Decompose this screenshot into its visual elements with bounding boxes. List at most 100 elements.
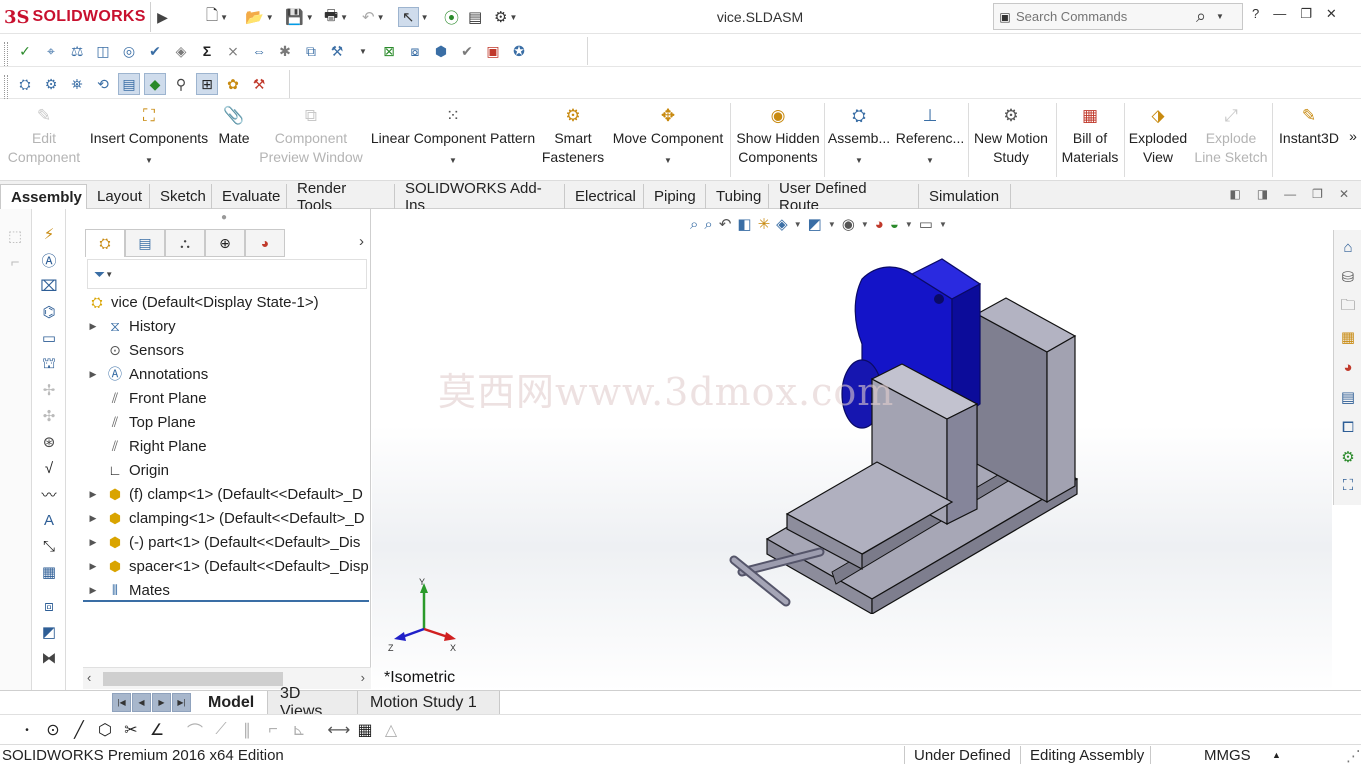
chevron-down-icon[interactable]: ▼ bbox=[340, 13, 348, 22]
custom-properties-icon[interactable]: ▤ bbox=[1337, 386, 1359, 408]
resources-icon[interactable]: ⛶ bbox=[1337, 474, 1359, 496]
sketch-plane-icon[interactable]: ⬚ bbox=[4, 225, 26, 247]
chevron-down-icon[interactable]: ▼ bbox=[1216, 12, 1224, 21]
sketch-fillet-icon[interactable]: ⌒ bbox=[184, 719, 206, 741]
assembly-features-button[interactable]: ⛭ Assemb... ▼ bbox=[826, 103, 892, 177]
scroll-thumb[interactable] bbox=[103, 672, 283, 686]
line-icon[interactable]: ╱ bbox=[68, 719, 90, 741]
tab-sketch[interactable]: Sketch bbox=[150, 184, 212, 209]
curve-icon[interactable]: 〰 bbox=[38, 483, 60, 505]
file-properties-button[interactable]: ▤ bbox=[468, 6, 482, 28]
tree-root[interactable]: ⛭ vice (Default<Display State-1>) bbox=[87, 291, 318, 313]
geometry-analysis-icon[interactable]: ◈ bbox=[170, 40, 192, 62]
hide-show-items-icon[interactable]: ◉ bbox=[842, 215, 855, 233]
home-icon[interactable]: ⌂ bbox=[1337, 236, 1359, 258]
chevron-down-icon[interactable]: ▼ bbox=[266, 13, 274, 22]
chevron-down-icon[interactable]: ▼ bbox=[794, 220, 802, 229]
show-hidden-components-button[interactable]: ◉ Show Hidden Components bbox=[734, 103, 822, 177]
expand-arrow-icon[interactable]: ▶ bbox=[87, 537, 99, 548]
minimize-button[interactable]: — bbox=[1273, 6, 1286, 22]
chevron-down-icon[interactable]: ▼ bbox=[509, 13, 517, 22]
smart-fasteners-button[interactable]: ⚙ Smart Fasteners bbox=[540, 103, 606, 177]
tab-model[interactable]: Model bbox=[196, 691, 268, 714]
expand-arrow-icon[interactable]: ▶ bbox=[87, 513, 99, 524]
triangle-icon[interactable]: △ bbox=[380, 719, 402, 741]
menu-expand-arrow[interactable]: ▶ bbox=[150, 2, 174, 32]
explode-line-sketch-button[interactable]: ⤢ Explode Line Sketch bbox=[1192, 103, 1270, 177]
graphics-area[interactable]: ⌕ ⌕ ↶ ◧ ✳ ◈ ▼ ◩ ▼ ◉ ▼ ◕ ◒ ▼ ▭ ▼ 莫西网www.3… bbox=[372, 209, 1332, 691]
costing-icon[interactable]: ⬢ bbox=[430, 40, 452, 62]
chevron-down-icon[interactable]: ▼ bbox=[105, 270, 113, 279]
view-orientation-icon[interactable]: ◈ bbox=[776, 215, 788, 233]
display-manager-tab[interactable]: ◕ bbox=[245, 229, 285, 257]
tab-piping[interactable]: Piping bbox=[644, 184, 706, 209]
chevron-down-icon[interactable]: ▼ bbox=[421, 13, 429, 22]
expand-arrow-icon[interactable]: ▶ bbox=[87, 561, 99, 572]
solidworks-logo[interactable]: 3S SOLIDWORKS bbox=[4, 4, 154, 30]
search-input[interactable] bbox=[1016, 9, 1186, 24]
close-button[interactable]: ✕ bbox=[1326, 6, 1337, 22]
vice-model-view[interactable] bbox=[712, 254, 1092, 614]
dimension-icon[interactable]: ⊞ bbox=[196, 73, 218, 95]
grid-icon[interactable]: ▦ bbox=[354, 719, 376, 741]
exploded-view-button[interactable]: ⬗ Exploded View bbox=[1126, 103, 1190, 177]
equations-icon[interactable]: Σ bbox=[196, 40, 218, 62]
edit-appearance-icon[interactable]: ◕ bbox=[875, 216, 884, 233]
doc-restore-icon[interactable]: ❐ bbox=[1312, 187, 1323, 201]
tree-item-history[interactable]: ▶ ⧖ History bbox=[87, 315, 176, 337]
expand-arrow-icon[interactable]: ▶ bbox=[87, 321, 99, 332]
sustainability-icon[interactable]: ⚙ bbox=[1337, 446, 1359, 468]
view-palette-icon[interactable]: ▦ bbox=[1337, 326, 1359, 348]
surface-finish-icon[interactable]: ✢ bbox=[38, 379, 60, 401]
reference-geometry-button[interactable]: ⊥ Referenc... ▼ bbox=[894, 103, 966, 177]
geometric-tolerance-icon[interactable]: ⊛ bbox=[38, 431, 60, 453]
angle-icon[interactable]: ∠ bbox=[146, 719, 168, 741]
hole-callout-icon[interactable]: ⌧ bbox=[38, 275, 60, 297]
toolbar-handle[interactable] bbox=[4, 75, 8, 99]
tree-item-front-plane[interactable]: ⫽ Front Plane bbox=[87, 387, 207, 409]
drawing-icon[interactable]: ▣ bbox=[482, 40, 504, 62]
tab-simulation[interactable]: Simulation bbox=[919, 184, 1011, 209]
save-button[interactable]: 💾 ▼ bbox=[285, 6, 314, 28]
split-view-icon[interactable]: ⧓ bbox=[38, 647, 60, 669]
hole-wizard-icon[interactable]: ⚲ bbox=[170, 73, 192, 95]
cube-view-icon[interactable]: ◩ bbox=[38, 621, 60, 643]
cosmetic-thread-icon[interactable]: ⤡ bbox=[38, 535, 60, 557]
print-button[interactable]: 🖶 ▼ bbox=[324, 6, 348, 28]
expand-arrow-icon[interactable]: ▶ bbox=[87, 489, 99, 500]
units-arrow-icon[interactable]: ▲ bbox=[1272, 750, 1281, 760]
measure-icon[interactable]: ⌖ bbox=[40, 40, 62, 62]
feature-tree-tab[interactable]: ⛭ bbox=[85, 229, 125, 257]
tree-item-mates[interactable]: ▶ ⫴ Mates bbox=[87, 579, 170, 601]
edit-component-button[interactable]: ✎ Edit Component bbox=[6, 103, 82, 177]
tree-item-spacer[interactable]: ▶ ⬢ spacer<1> (Default<<Default>_Disp bbox=[87, 555, 369, 577]
section-properties-icon[interactable]: ◫ bbox=[92, 40, 114, 62]
toolbar-handle[interactable] bbox=[4, 42, 8, 66]
spell-check-icon[interactable]: ✓ bbox=[14, 40, 36, 62]
tab-motion-study-1[interactable]: Motion Study 1 bbox=[358, 691, 500, 714]
chevron-down-icon[interactable]: ▼ bbox=[939, 220, 947, 229]
chevron-down-icon[interactable]: ▼ bbox=[855, 156, 863, 166]
chevron-down-icon[interactable]: ▼ bbox=[352, 40, 374, 62]
rollback-bar[interactable] bbox=[83, 600, 369, 602]
resize-grip-icon[interactable]: ⋰ bbox=[1346, 747, 1361, 765]
filter-bar[interactable]: ⏷ ▼ bbox=[87, 259, 367, 289]
tree-item-annotations[interactable]: ▶ Ⓐ Annotations bbox=[87, 363, 209, 385]
doc-minimize-icon[interactable]: — bbox=[1284, 187, 1296, 201]
table-icon[interactable]: ▦ bbox=[38, 561, 60, 583]
component-icon[interactable]: ⛯ bbox=[66, 73, 88, 95]
tab-3d-views[interactable]: 3D Views bbox=[268, 685, 358, 720]
chevron-down-icon[interactable]: ▼ bbox=[828, 220, 836, 229]
instant3d-button[interactable]: ✎ Instant3D bbox=[1274, 103, 1344, 177]
tab-layout[interactable]: Layout bbox=[87, 184, 150, 209]
section-view-icon[interactable]: ◧ bbox=[737, 215, 751, 233]
assembly-icon[interactable]: ⛭ bbox=[14, 73, 36, 95]
last-tab-icon[interactable]: ▶| bbox=[172, 693, 191, 712]
first-tab-icon[interactable]: |◀ bbox=[112, 693, 131, 712]
sketch-line-icon[interactable]: ⌐ bbox=[4, 251, 26, 273]
tree-item-top-plane[interactable]: ⫽ Top Plane bbox=[87, 411, 196, 433]
dimxpert-manager-tab[interactable]: ⊕ bbox=[205, 229, 245, 257]
mate-controller-icon[interactable]: ⚙ bbox=[40, 73, 62, 95]
dynamic-annotation-icon[interactable]: ✳ bbox=[758, 215, 771, 233]
point-icon[interactable]: • bbox=[16, 719, 38, 741]
